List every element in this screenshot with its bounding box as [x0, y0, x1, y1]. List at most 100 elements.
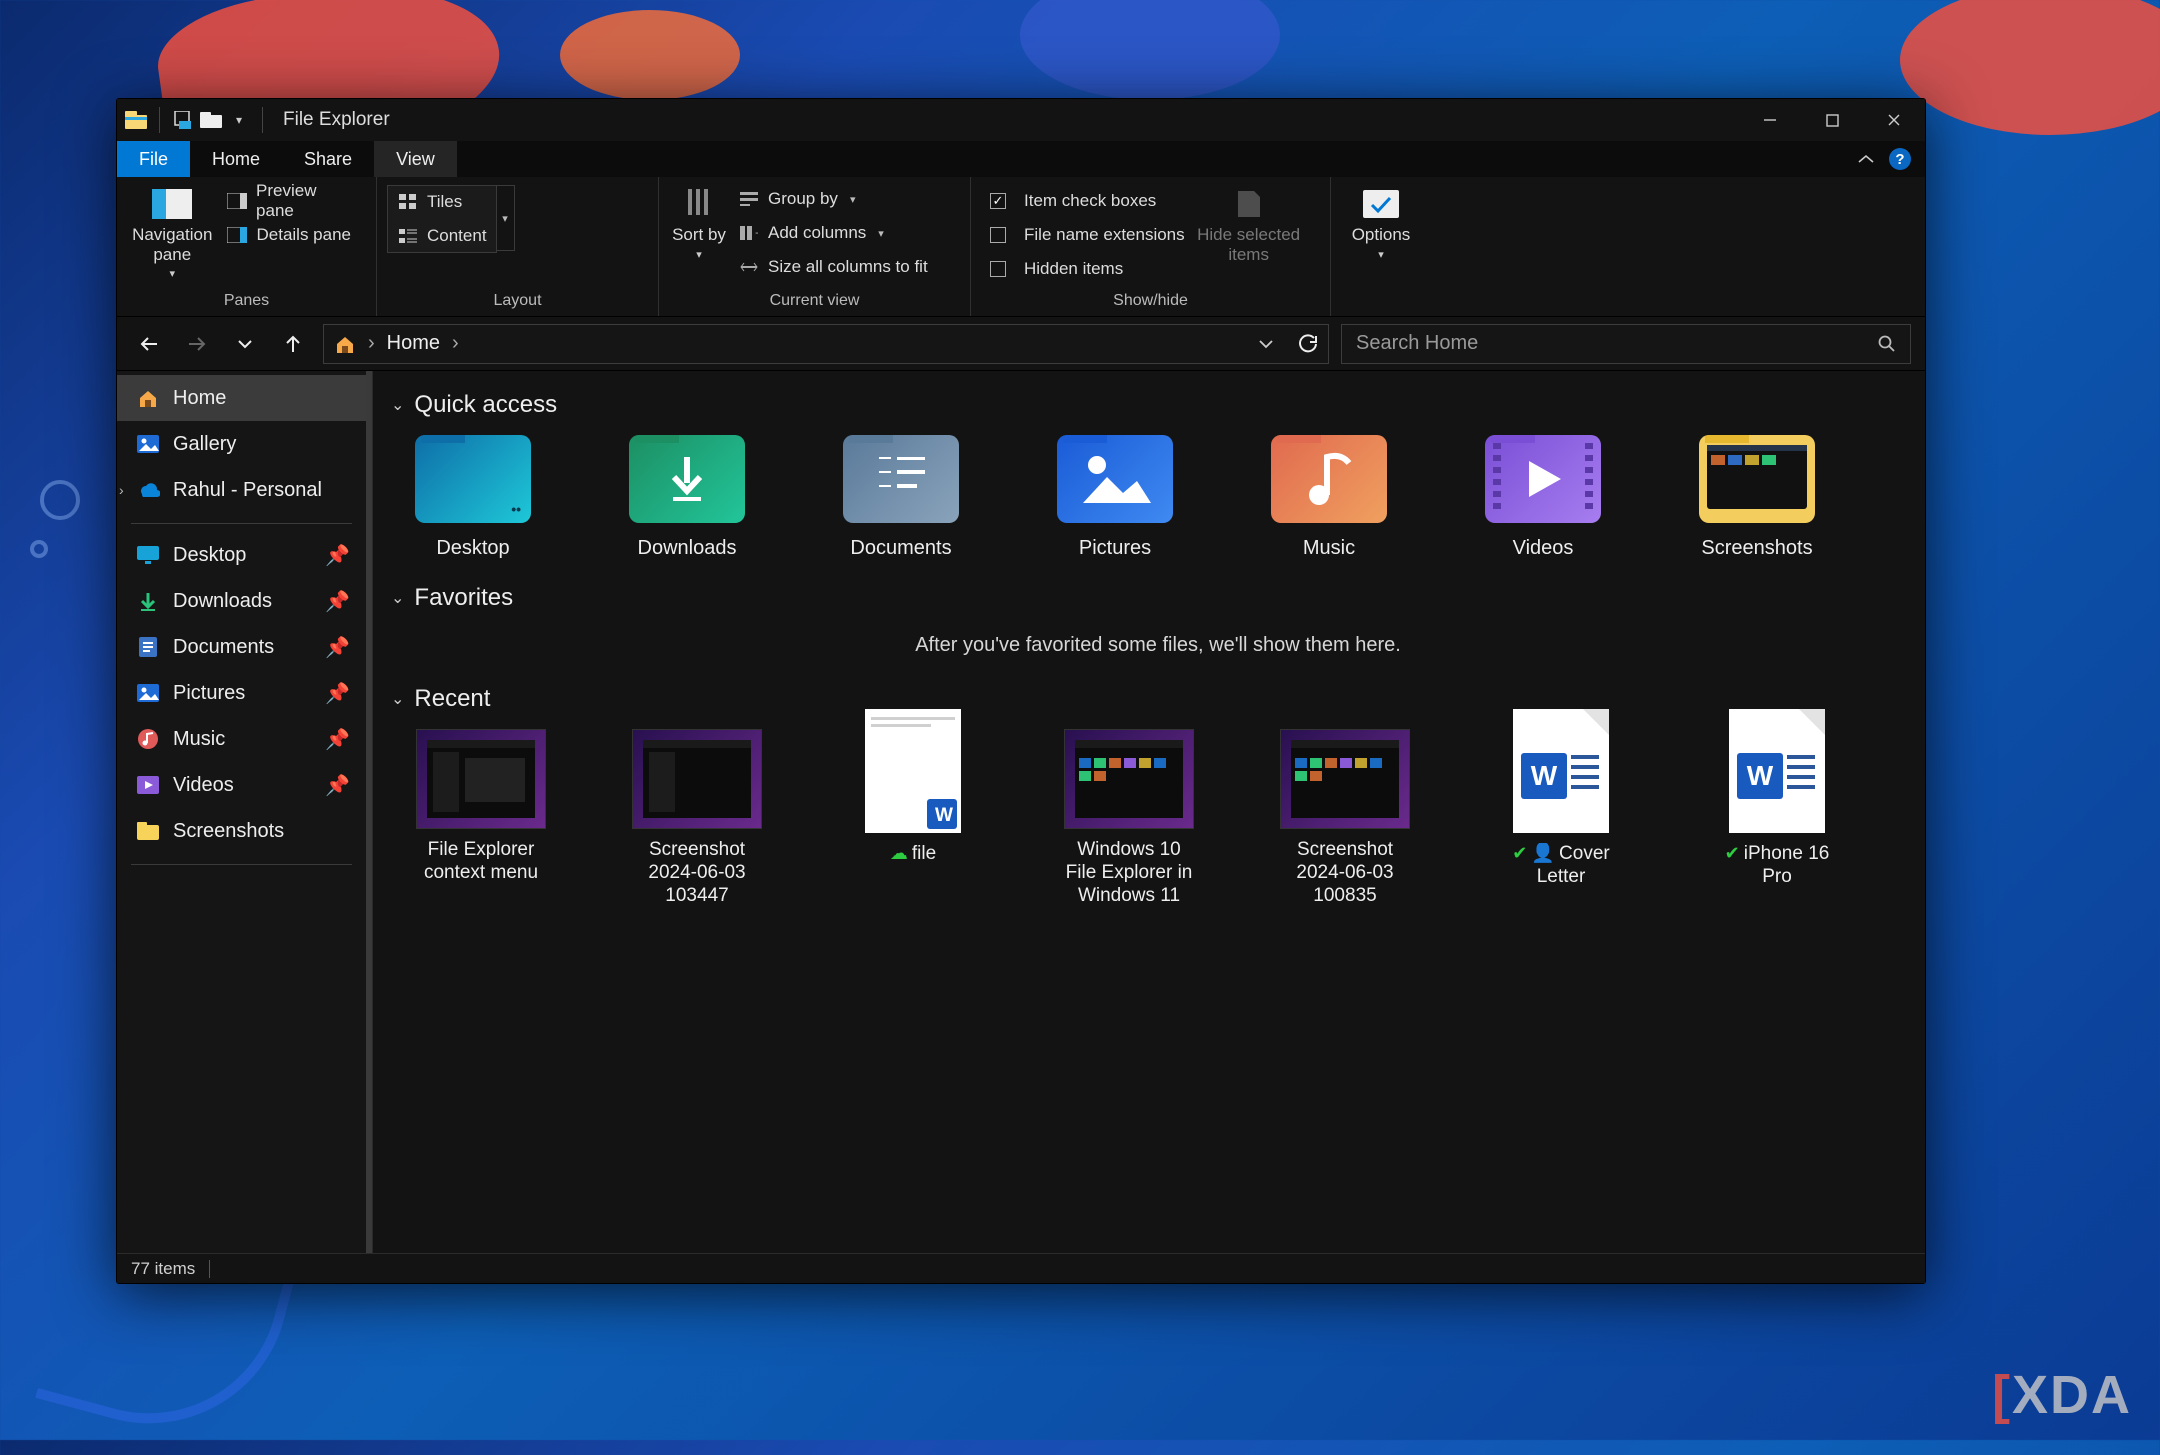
sync-ok-icon: ✔ — [1725, 843, 1740, 863]
tab-view[interactable]: View — [374, 141, 457, 177]
search-input[interactable]: Search Home — [1341, 324, 1911, 364]
downloads-icon — [135, 590, 161, 612]
minimize-button[interactable] — [1739, 99, 1801, 141]
group-by-button[interactable]: Group by▾ — [729, 183, 937, 215]
tab-file[interactable]: File — [117, 141, 190, 177]
sync-ok-icon: ✔ — [1512, 843, 1527, 863]
group-by-icon — [738, 190, 760, 208]
cloud-sync-icon: ☁ — [890, 843, 908, 863]
chevron-down-icon: ⌄ — [391, 588, 404, 608]
recent-item[interactable]: W✔👤Cover Letter — [1493, 729, 1629, 907]
music-folder-icon — [1271, 435, 1387, 523]
layout-content-button[interactable]: Content — [388, 220, 496, 252]
sort-by-button[interactable]: Sort by▾ — [669, 183, 729, 261]
chevron-down-icon: ⌄ — [391, 689, 404, 709]
titlebar: ▾ File Explorer — [117, 99, 1925, 141]
shared-icon: 👤 — [1531, 843, 1555, 864]
refresh-button[interactable] — [1298, 334, 1318, 354]
preview-pane-icon — [226, 192, 248, 210]
sidebar: Home Gallery ›Rahul - Personal Desktop📌 … — [117, 371, 373, 1253]
back-button[interactable] — [131, 326, 167, 362]
layout-more-button[interactable]: ▾ — [497, 185, 515, 251]
content-icon — [397, 227, 419, 245]
quick-screenshots[interactable]: Screenshots — [1697, 435, 1817, 560]
address-bar[interactable]: › Home › — [323, 324, 1329, 364]
svg-text:W: W — [935, 805, 953, 826]
breadcrumb-home[interactable]: Home — [387, 332, 440, 355]
svg-text:+: + — [755, 226, 758, 240]
checkbox-icon — [990, 261, 1006, 277]
recent-item[interactable]: W✔iPhone 16 Pro — [1709, 729, 1845, 907]
maximize-button[interactable] — [1801, 99, 1863, 141]
hidden-items-toggle[interactable]: Hidden items — [981, 253, 1194, 285]
ribbon-group-layout: Layout — [377, 288, 658, 316]
hide-selected-icon — [1227, 187, 1271, 221]
quick-documents[interactable]: Documents — [841, 435, 961, 560]
sidebar-item-screenshots[interactable]: Screenshots — [117, 808, 366, 854]
quick-music[interactable]: Music — [1269, 435, 1389, 560]
gallery-icon — [135, 433, 161, 455]
sidebar-item-home[interactable]: Home — [117, 375, 366, 421]
close-button[interactable] — [1863, 99, 1925, 141]
quick-downloads[interactable]: Downloads — [627, 435, 747, 560]
tab-home[interactable]: Home — [190, 141, 282, 177]
help-icon[interactable]: ? — [1889, 148, 1911, 170]
quick-pictures[interactable]: Pictures — [1055, 435, 1175, 560]
file-explorer-window: ▾ File Explorer File Home Share View ? N… — [116, 98, 1926, 1284]
sidebar-item-gallery[interactable]: Gallery — [117, 421, 366, 467]
recent-item[interactable]: Screenshot 2024-06-03 103447 — [629, 729, 765, 907]
recent-item[interactable]: Windows 10 File Explorer in Windows 11 — [1061, 729, 1197, 907]
chevron-down-icon: ▾ — [878, 227, 884, 240]
downloads-folder-icon — [629, 435, 745, 523]
quick-desktop[interactable]: ••Desktop — [413, 435, 533, 560]
sidebar-item-downloads[interactable]: Downloads📌 — [117, 578, 366, 624]
tab-share[interactable]: Share — [282, 141, 374, 177]
navigation-pane-icon — [150, 187, 194, 221]
recent-item[interactable]: Screenshot 2024-06-03 100835 — [1277, 729, 1413, 907]
qat-new-folder-icon[interactable] — [198, 107, 224, 133]
section-recent[interactable]: ⌄Recent — [391, 685, 1925, 713]
sidebar-item-pictures[interactable]: Pictures📌 — [117, 670, 366, 716]
options-button[interactable]: Options▾ — [1341, 183, 1421, 261]
address-history-button[interactable] — [1258, 338, 1274, 350]
hide-selected-items-button[interactable]: Hide selected items — [1194, 183, 1304, 264]
sidebar-item-videos[interactable]: Videos📌 — [117, 762, 366, 808]
qat-properties-icon[interactable] — [170, 107, 196, 133]
documents-icon — [135, 636, 161, 658]
pictures-folder-icon — [1057, 435, 1173, 523]
sidebar-item-documents[interactable]: Documents📌 — [117, 624, 366, 670]
chevron-down-icon: ▾ — [696, 249, 702, 262]
size-all-columns-button[interactable]: Size all columns to fit — [729, 251, 937, 283]
sidebar-item-onedrive[interactable]: ›Rahul - Personal — [117, 467, 366, 513]
file-name-extensions-toggle[interactable]: File name extensions — [981, 219, 1194, 251]
add-columns-icon: + — [738, 224, 760, 242]
watermark: [XDA — [1992, 1364, 2132, 1426]
pictures-icon — [135, 682, 161, 704]
section-favorites[interactable]: ⌄Favorites — [391, 584, 1925, 612]
up-button[interactable] — [275, 326, 311, 362]
recent-item[interactable]: File Explorer context menu — [413, 729, 549, 907]
collapse-ribbon-icon[interactable] — [1857, 153, 1875, 165]
app-icon — [123, 107, 149, 133]
pin-icon: 📌 — [325, 635, 350, 660]
section-quick-access[interactable]: ⌄Quick access — [391, 391, 1925, 419]
forward-button[interactable] — [179, 326, 215, 362]
qat-customize-icon[interactable]: ▾ — [226, 107, 252, 133]
navigation-pane-button[interactable]: Navigation pane ▾ — [127, 183, 217, 281]
quick-videos[interactable]: Videos — [1483, 435, 1603, 560]
sidebar-item-desktop[interactable]: Desktop📌 — [117, 532, 366, 578]
videos-folder-icon — [1485, 435, 1601, 523]
item-check-boxes-toggle[interactable]: ✓Item check boxes — [981, 185, 1194, 217]
checkbox-checked-icon: ✓ — [990, 193, 1006, 209]
screenshot-thumbnail — [632, 729, 762, 829]
details-pane-button[interactable]: Details pane — [217, 219, 366, 251]
documents-folder-icon — [843, 435, 959, 523]
recent-locations-button[interactable] — [227, 326, 263, 362]
preview-pane-button[interactable]: Preview pane — [217, 185, 366, 217]
sidebar-item-music[interactable]: Music📌 — [117, 716, 366, 762]
add-columns-button[interactable]: +Add columns▾ — [729, 217, 937, 249]
layout-tiles-button[interactable]: Tiles — [388, 186, 496, 218]
sort-icon — [677, 187, 721, 221]
search-icon — [1878, 335, 1896, 353]
recent-item[interactable]: W☁file — [845, 729, 981, 907]
